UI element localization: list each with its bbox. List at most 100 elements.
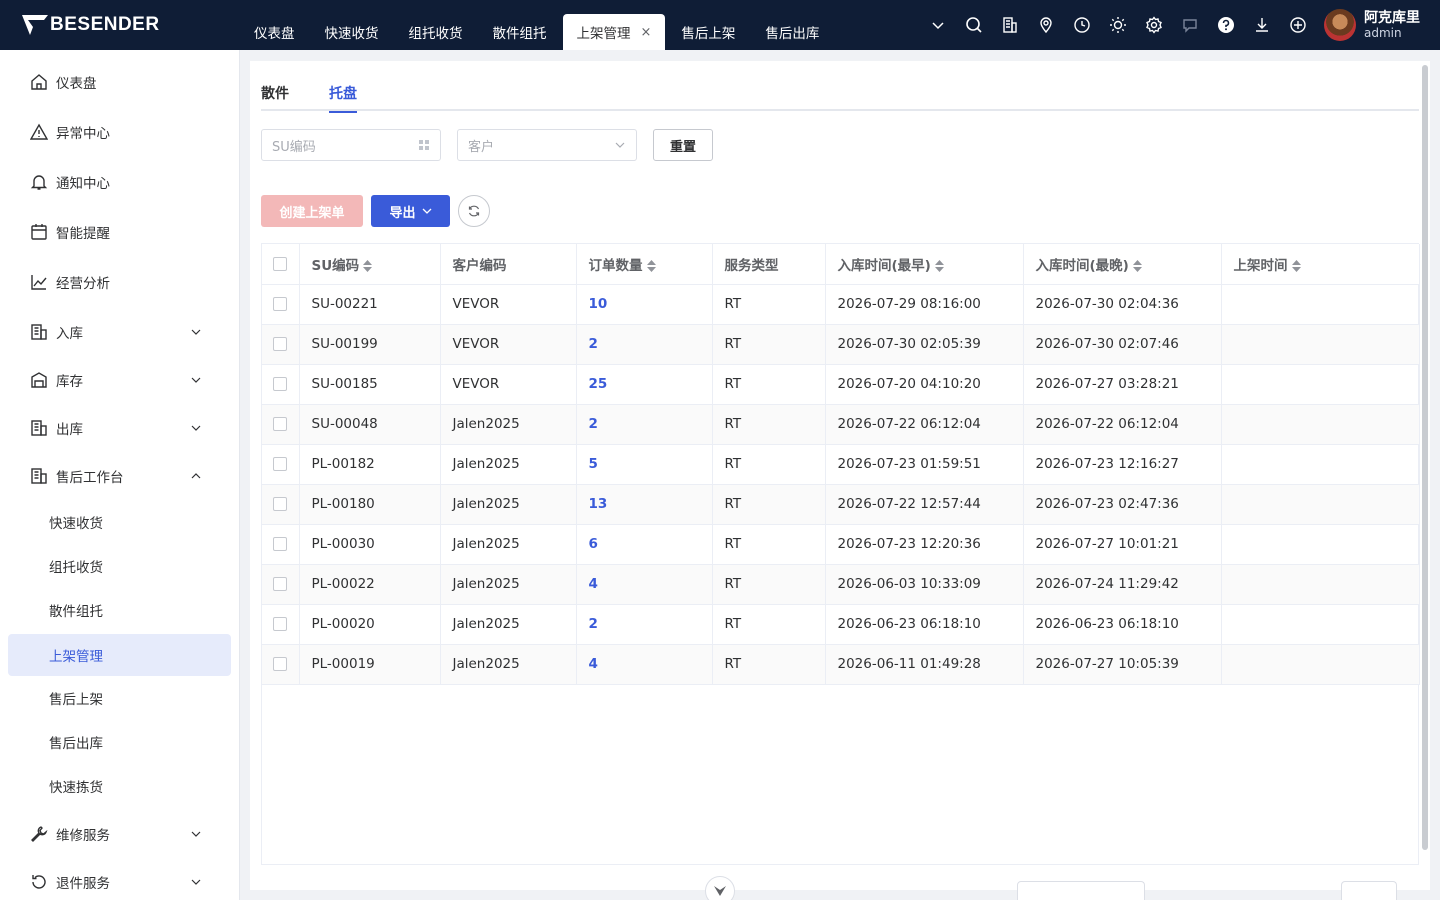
sort-icon[interactable] (1132, 259, 1142, 272)
chevron-down-icon[interactable] (920, 0, 956, 50)
cell-service-type: RT (712, 524, 826, 565)
close-icon[interactable]: × (641, 25, 652, 40)
row-checkbox[interactable] (273, 657, 287, 671)
user-menu[interactable]: 阿克库里 admin (1324, 9, 1420, 41)
row-checkbox[interactable] (273, 497, 287, 511)
sort-icon[interactable] (363, 259, 373, 272)
sort-icon[interactable] (646, 259, 656, 272)
table-row[interactable]: SU-00221 VEVOR 10 RT 2026-07-29 08:16:00 2026… (262, 284, 1420, 325)
sidebar-item-pallet-receive[interactable]: 组托收货 (8, 545, 231, 587)
top-tab-putaway[interactable]: 上架管理 × (562, 14, 666, 50)
order-qty-link[interactable]: 2 (589, 416, 598, 432)
refresh-button[interactable] (458, 195, 490, 227)
row-checkbox[interactable] (273, 297, 287, 311)
scrollbar[interactable] (1422, 65, 1428, 850)
row-checkbox[interactable] (273, 537, 287, 551)
table-row[interactable]: SU-00185 VEVOR 25 RT 2026-07-20 04:10:20 2026… (262, 364, 1420, 405)
gear-icon[interactable] (1136, 0, 1172, 50)
row-checkbox[interactable] (273, 457, 287, 471)
top-tab-loose-pallet[interactable]: 散件组托 (479, 14, 561, 50)
column-header-inbound-earliest[interactable]: 入库时间(最早) (825, 244, 1024, 285)
table-row[interactable]: PL-00020 Jalen2025 2 RT 2026-06-23 06:18:10 2… (262, 604, 1420, 645)
sidebar-item-aftersale-workbench[interactable]: 售后工作台 (8, 455, 231, 497)
download-icon[interactable] (1244, 0, 1280, 50)
row-checkbox[interactable] (273, 577, 287, 591)
table-row[interactable]: SU-00199 VEVOR 2 RT 2026-07-30 02:05:39 2026-… (262, 324, 1420, 365)
table-row[interactable]: SU-00048 Jalen2025 2 RT 2026-07-22 06:12:04 2… (262, 404, 1420, 445)
top-tab-aftersale-putaway[interactable]: 售后上架 (667, 14, 749, 50)
table-row[interactable]: PL-00182 Jalen2025 5 RT 2026-07-23 01:59:51 2… (262, 444, 1420, 485)
sidebar-item-inventory[interactable]: 库存 (8, 359, 231, 401)
sidebar-item-quick-pick[interactable]: 快速拣货 (8, 765, 231, 807)
sidebar-item-aftersale-putaway[interactable]: 售后上架 (8, 677, 231, 719)
column-header-order-qty[interactable]: 订单数量 (576, 244, 713, 285)
cell-su-code: PL-00180 (299, 484, 441, 525)
top-tab-quick-receive[interactable]: 快速收货 (311, 14, 393, 50)
row-checkbox[interactable] (273, 617, 287, 631)
table-row[interactable]: PL-00030 Jalen2025 6 RT 2026-07-23 12:20:36 2… (262, 524, 1420, 565)
column-header-su-code[interactable]: SU编码 (299, 244, 441, 285)
search-icon[interactable] (956, 0, 992, 50)
order-qty-link[interactable]: 4 (589, 656, 598, 672)
cell-order-qty: 10 (576, 284, 713, 325)
order-qty-link[interactable]: 25 (589, 376, 608, 392)
cell-order-qty: 2 (576, 604, 713, 645)
top-tab-pallet-receive[interactable]: 组托收货 (395, 14, 477, 50)
sidebar-item-quick-receive[interactable]: 快速收货 (8, 501, 231, 543)
table-row[interactable]: PL-00180 Jalen2025 13 RT 2026-07-22 12:57:44… (262, 484, 1420, 525)
row-checkbox[interactable] (273, 417, 287, 431)
column-header-putaway-time[interactable]: 上架时间 (1221, 244, 1420, 285)
table-row[interactable]: PL-00022 Jalen2025 4 RT 2026-06-03 10:33:09 2… (262, 564, 1420, 605)
table-row[interactable]: PL-00019 Jalen2025 4 RT 2026-06-11 01:49:28 2… (262, 644, 1420, 685)
location-icon[interactable] (1028, 0, 1064, 50)
top-tab-aftersale-outbound[interactable]: 售后出库 (751, 14, 833, 50)
page-jump-input[interactable] (1341, 881, 1397, 900)
clock-icon[interactable] (1064, 0, 1100, 50)
tab-pallet[interactable]: 托盘 (329, 81, 357, 113)
order-qty-link[interactable]: 6 (589, 536, 598, 552)
building-icon[interactable] (992, 0, 1028, 50)
page-size-select[interactable] (1017, 881, 1145, 900)
sun-icon[interactable] (1100, 0, 1136, 50)
create-putaway-button[interactable]: 创建上架单 (261, 195, 363, 227)
grid-icon[interactable] (418, 139, 430, 151)
row-checkbox[interactable] (273, 377, 287, 391)
avatar[interactable] (1324, 9, 1356, 41)
top-tab-dashboard[interactable]: 仪表盘 (240, 14, 309, 50)
order-qty-link[interactable]: 10 (589, 296, 608, 312)
tab-loose[interactable]: 散件 (261, 81, 289, 111)
brand-logo[interactable]: BESENDER (0, 0, 240, 50)
sidebar-item-putaway[interactable]: 上架管理 (8, 634, 231, 676)
export-button[interactable]: 导出 (371, 195, 450, 227)
row-checkbox[interactable] (273, 337, 287, 351)
sidebar-item-analytics[interactable]: 经营分析 (8, 261, 231, 303)
sidebar-item-loose-pallet[interactable]: 散件组托 (8, 589, 231, 631)
order-qty-link[interactable]: 2 (589, 616, 598, 632)
sidebar-item-returns[interactable]: 退件服务 (8, 861, 231, 900)
select-all-checkbox[interactable] (273, 256, 287, 271)
sort-icon[interactable] (934, 259, 944, 272)
order-qty-link[interactable]: 2 (589, 336, 598, 352)
sidebar-item-dashboard[interactable]: 仪表盘 (8, 61, 231, 103)
sort-icon[interactable] (1291, 259, 1301, 272)
sidebar-item-outbound[interactable]: 出库 (8, 407, 231, 449)
sidebar-item-notifications[interactable]: 通知中心 (8, 161, 231, 203)
help-icon[interactable] (1208, 0, 1244, 50)
warehouse-icon (31, 372, 47, 388)
chat-icon[interactable] (1172, 0, 1208, 50)
sidebar-item-repair[interactable]: 维修服务 (8, 813, 231, 855)
sidebar-item-inbound[interactable]: 入库 (8, 311, 231, 353)
collapse-toggle[interactable] (705, 876, 735, 900)
customer-select[interactable]: 客户 (457, 129, 637, 161)
order-qty-link[interactable]: 4 (589, 576, 598, 592)
column-header-inbound-latest[interactable]: 入库时间(最晚) (1023, 244, 1222, 285)
plus-circle-icon[interactable] (1280, 0, 1316, 50)
sidebar-item-reminders[interactable]: 智能提醒 (8, 211, 231, 253)
su-code-input[interactable]: SU编码 (261, 129, 441, 161)
reset-button[interactable]: 重置 (653, 129, 713, 161)
order-qty-link[interactable]: 5 (589, 456, 598, 472)
sidebar-item-exceptions[interactable]: 异常中心 (8, 111, 231, 153)
sidebar-item-aftersale-outbound[interactable]: 售后出库 (8, 721, 231, 763)
order-qty-link[interactable]: 13 (589, 496, 608, 512)
row-select-cell (262, 284, 300, 325)
